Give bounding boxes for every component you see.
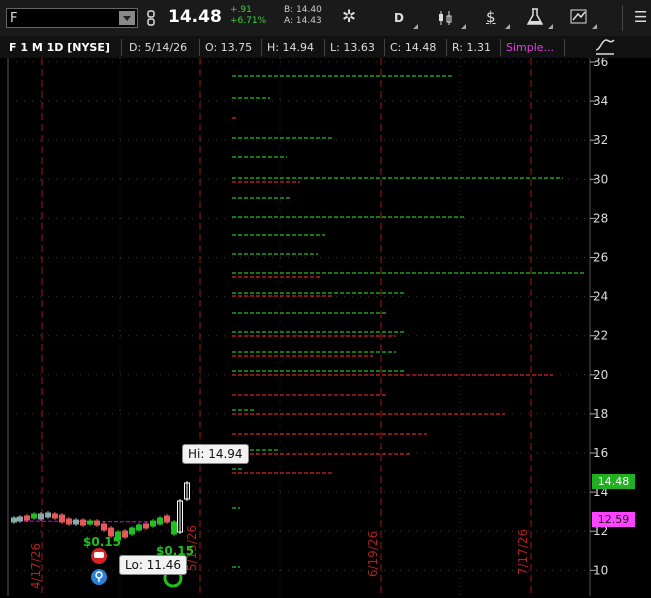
date-label-1: 4/17/26	[29, 543, 43, 589]
bid-ask: B: 14.40 A: 14.43	[284, 5, 322, 27]
change-percent: +6.71%	[230, 16, 267, 26]
flask-icon[interactable]	[527, 8, 543, 26]
header-date: D: 5/14/26	[124, 39, 200, 56]
last-price-tag: 14.48	[592, 474, 635, 489]
date-label-3: 6/19/26	[366, 531, 380, 577]
menu-icon[interactable]: ☰	[634, 8, 647, 26]
header-range: R: 1.31	[447, 39, 501, 56]
price-axis-tick: 30	[593, 172, 608, 186]
last-price: 14.48	[168, 7, 222, 27]
price-axis-tick: 34	[593, 94, 608, 108]
change-absolute: +.91	[230, 5, 252, 15]
drawings-icon[interactable]	[570, 8, 588, 26]
symbol-selector[interactable]	[6, 8, 138, 28]
price-chart[interactable]: 36 34 32 30 28 26 24 22 20 18 16 14 12 10 4/17/26 5/1…	[0, 58, 651, 598]
dividend-label-1: $0.15	[83, 535, 121, 549]
period-button[interactable]: D	[394, 11, 404, 25]
price-axis-tick: 18	[593, 407, 608, 421]
header-open: O: 13.75	[200, 39, 262, 56]
chart-title: F 1 M 1D [NYSE]	[4, 39, 122, 56]
price-axis-tick: 32	[593, 133, 608, 147]
price-change: +.91 +6.71%	[230, 5, 266, 27]
gear-icon[interactable]: ✲	[342, 7, 356, 27]
moving-average-tag: 12.59	[592, 512, 635, 527]
price-axis-tick: 22	[593, 329, 608, 343]
chart-header: F 1 M 1D [NYSE] D: 5/14/26 O: 13.75 H: 1…	[0, 36, 651, 58]
link-icon[interactable]	[146, 10, 156, 26]
candle-style-icon[interactable]	[437, 9, 455, 27]
high-callout: Hi: 14.94	[182, 444, 249, 464]
price-axis-tick: 10	[593, 563, 608, 577]
toolbar: 14.48 +.91 +6.71% B: 14.40 A: 14.43 ✲ D …	[0, 0, 651, 37]
price-axis-tick: 16	[593, 446, 608, 460]
price-axis-tick: 26	[593, 251, 608, 265]
symbol-input[interactable]	[10, 10, 118, 26]
price-axis-tick: 36	[593, 58, 608, 69]
bid-price: B: 14.40	[284, 5, 322, 15]
price-axis-tick: 20	[593, 368, 608, 382]
symbol-dropdown-button[interactable]	[119, 11, 135, 25]
style-settings-icon[interactable]	[594, 36, 616, 56]
ask-price: A: 14.43	[284, 16, 322, 26]
price-axis-tick: 28	[593, 211, 608, 225]
header-high: H: 14.94	[262, 39, 325, 56]
header-close: C: 14.48	[385, 39, 447, 56]
price-axis-tick: 24	[593, 290, 608, 304]
header-low: L: 13.63	[325, 39, 385, 56]
study-label[interactable]: Simple...	[501, 39, 565, 56]
low-callout: Lo: 11.46	[119, 555, 188, 575]
dollar-icon[interactable]: $	[486, 8, 496, 26]
date-label-4: 7/17/26	[516, 529, 530, 575]
